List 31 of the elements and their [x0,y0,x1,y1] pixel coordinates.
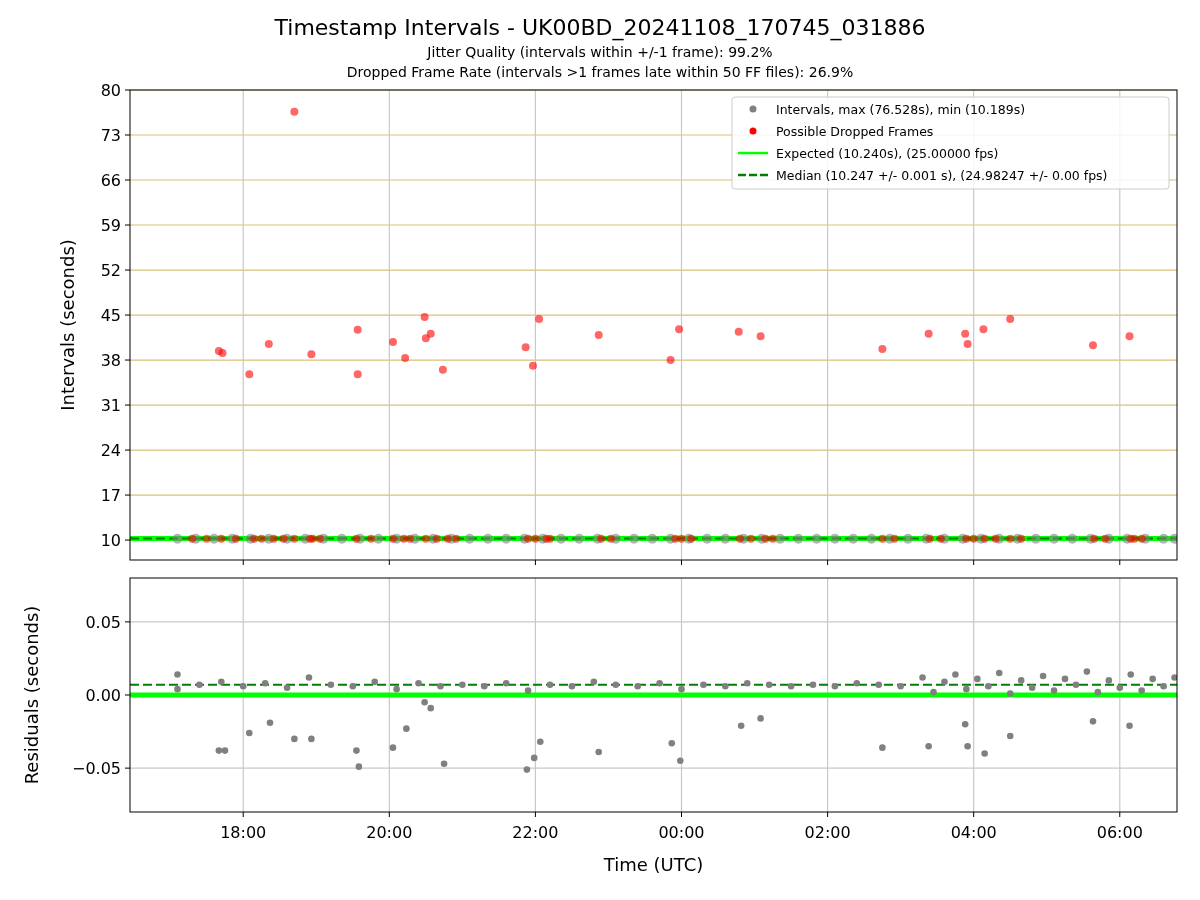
legend-label: Possible Dropped Frames [776,124,934,139]
y-tick-label: 24 [100,441,121,461]
figure-subtitle: Jitter Quality (intervals within +/-1 frame): 99.2% [427,43,773,62]
y-tick-label: 45 [100,306,121,326]
legend-label: Intervals, max (76.528s), min (10.189s) [776,102,1026,117]
legend-label: Median (10.247 +/- 0.001 s), (24.98247 +/- 0.00 fps) [776,168,1108,183]
y-axis-label: Residuals (seconds) [21,605,42,785]
y-tick-label: 80 [100,82,121,100]
y-tick-label: 31 [100,396,121,416]
y-tick-label: −0.05 [71,759,121,779]
y-tick-label: 0.00 [85,686,121,705]
figure-title: Timestamp Intervals - UK00BD_20241108_170745_031886 [274,14,926,42]
y-tick-label: 66 [100,171,121,190]
x-tick-label: 04:00 [950,823,997,842]
x-tick-label: 22:00 [512,823,559,842]
y-tick-label: 38 [100,351,121,371]
y-tick-label: 17 [100,486,121,506]
y-tick-label: 59 [100,216,121,235]
x-tick-label: 18:00 [220,823,267,842]
y-tick-label: 10 [100,531,121,551]
x-tick-label: 20:00 [366,823,413,842]
x-axis-label: Time (UTC) [603,854,704,875]
x-tick-label: 06:00 [1096,823,1143,842]
y-tick-label: 0.05 [85,612,121,632]
x-tick-label: 00:00 [658,823,705,842]
figure-subtitle: Dropped Frame Rate (intervals >1 frames late within 50 FF files): 26.9% [346,63,854,82]
y-tick-label: 73 [100,126,121,145]
y-tick-label: 52 [100,261,121,281]
legend-label: Expected (10.240s), (25.00000 fps) [776,146,999,161]
x-tick-label: 02:00 [804,823,851,842]
y-axis-label: Intervals (seconds) [57,239,78,411]
